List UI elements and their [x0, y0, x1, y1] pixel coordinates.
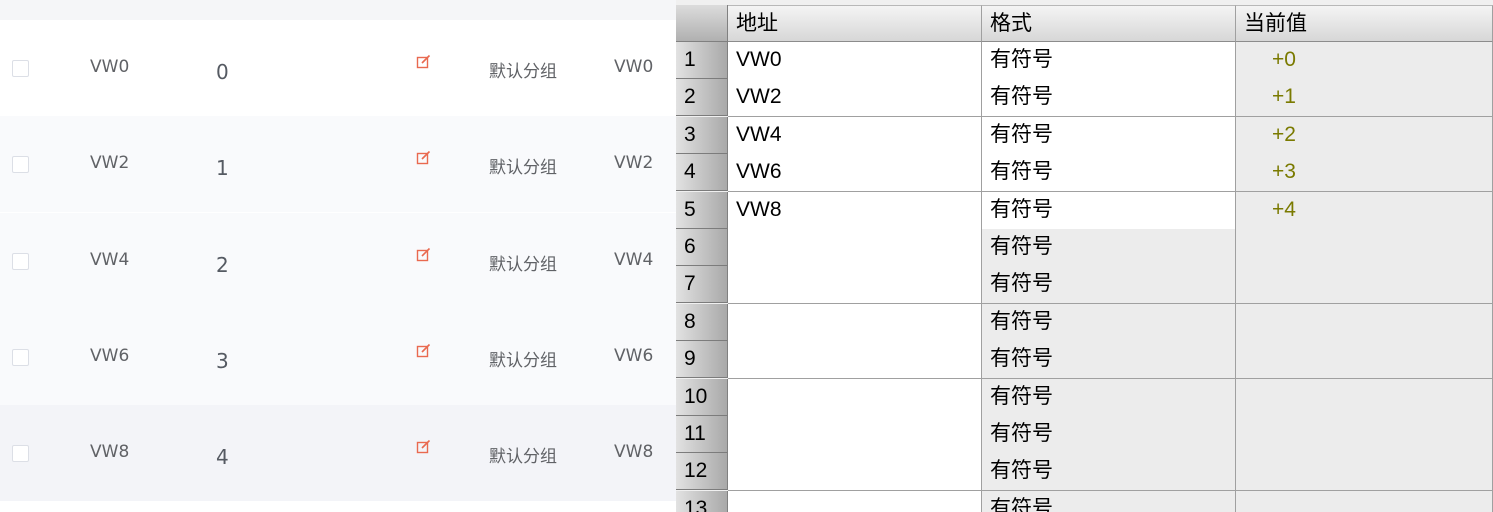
row-header[interactable]: 7	[676, 266, 728, 303]
row-header[interactable]: 8	[676, 304, 728, 341]
row-checkbox[interactable]	[12, 253, 29, 270]
row-header[interactable]: 12	[676, 453, 728, 490]
value-cell: 3	[216, 349, 229, 373]
current-value-cell: +0	[1236, 42, 1493, 80]
value-cell: 2	[216, 253, 229, 277]
format-cell[interactable]: 有符号	[982, 117, 1236, 155]
current-value-cell	[1236, 304, 1493, 342]
address-cell: VW6	[90, 346, 130, 366]
address-cell[interactable]	[728, 491, 982, 512]
current-value-cell	[1236, 379, 1493, 417]
row-header[interactable]: 5	[676, 192, 728, 229]
address-cell[interactable]	[728, 229, 982, 267]
row-header[interactable]: 2	[676, 79, 728, 116]
address-cell: VW2	[614, 153, 654, 173]
current-value-cell	[1236, 416, 1493, 454]
address-cell: VW4	[614, 250, 654, 270]
row-header[interactable]: 6	[676, 229, 728, 266]
table-row: VW6 3 默认分组 VW6	[0, 309, 676, 405]
value-cell: 0	[216, 60, 229, 84]
table-row: VW0 0 默认分组 VW0	[0, 20, 676, 116]
row-header[interactable]: 1	[676, 42, 728, 79]
current-value-cell	[1236, 266, 1493, 304]
current-value-cell	[1236, 491, 1493, 512]
format-cell[interactable]: 有符号	[982, 304, 1236, 342]
row-header[interactable]: 10	[676, 379, 728, 416]
format-cell[interactable]: 有符号	[982, 266, 1236, 304]
format-cell[interactable]: 有符号	[982, 42, 1236, 80]
table-header-strip	[0, 0, 676, 20]
table-row: VW2 1 默认分组 VW2	[0, 116, 676, 212]
format-cell[interactable]: 有符号	[982, 379, 1236, 417]
address-cell: VW8	[90, 442, 130, 462]
current-value-cell: +4	[1236, 192, 1493, 230]
grid-corner[interactable]	[676, 5, 728, 42]
table-row: VW8 4 默认分组 VW8	[0, 405, 676, 501]
row-checkbox[interactable]	[12, 156, 29, 173]
address-cell: VW2	[90, 153, 130, 173]
format-cell[interactable]: 有符号	[982, 491, 1236, 512]
group-cell: 默认分组	[489, 62, 557, 82]
format-cell[interactable]: 有符号	[982, 79, 1236, 117]
edit-icon[interactable]	[416, 439, 432, 455]
row-header[interactable]: 11	[676, 416, 728, 453]
row-checkbox[interactable]	[12, 445, 29, 462]
group-cell: 默认分组	[489, 158, 557, 178]
table-row: VW4 2 默认分组 VW4	[0, 213, 676, 309]
address-cell: VW6	[614, 346, 654, 366]
header-address[interactable]: 地址	[728, 5, 982, 42]
address-cell[interactable]	[728, 266, 982, 304]
header-current-value[interactable]: 当前值	[1236, 5, 1493, 42]
group-cell: 默认分组	[489, 351, 557, 371]
header-format[interactable]: 格式	[982, 5, 1236, 42]
row-header[interactable]: 4	[676, 154, 728, 191]
address-cell: VW8	[614, 442, 654, 462]
format-cell[interactable]: 有符号	[982, 154, 1236, 192]
row-checkbox[interactable]	[12, 60, 29, 77]
group-cell: 默认分组	[489, 447, 557, 467]
address-cell: VW0	[614, 57, 654, 77]
format-cell[interactable]: 有符号	[982, 192, 1236, 230]
address-cell[interactable]	[728, 304, 982, 342]
row-header[interactable]: 13	[676, 491, 728, 512]
format-cell[interactable]: 有符号	[982, 229, 1236, 267]
current-value-cell: +1	[1236, 79, 1493, 117]
current-value-cell: +3	[1236, 154, 1493, 192]
status-chart-grid: 地址 格式 当前值 1 VW0 有符号 +0 2 VW2 有符号 +1 3 VW4 有符号 +2 4 VW6 有符…	[676, 0, 1493, 512]
address-cell[interactable]	[728, 341, 982, 379]
variable-list-panel: VW0 0 默认分组 VW0 VW2 1 默认分组 VW2 VW4 2 默认分组 VW4 VW6 3 默认分…	[0, 0, 676, 512]
address-cell[interactable]: VW0	[728, 42, 982, 80]
edit-icon[interactable]	[416, 247, 432, 263]
row-header[interactable]: 9	[676, 341, 728, 378]
group-cell: 默认分组	[489, 255, 557, 275]
address-cell[interactable]	[728, 379, 982, 417]
current-value-cell	[1236, 453, 1493, 491]
edit-icon[interactable]	[416, 54, 432, 70]
address-cell[interactable]	[728, 416, 982, 454]
format-cell[interactable]: 有符号	[982, 416, 1236, 454]
row-checkbox[interactable]	[12, 349, 29, 366]
address-cell[interactable]: VW6	[728, 154, 982, 192]
format-cell[interactable]: 有符号	[982, 453, 1236, 491]
current-value-cell	[1236, 229, 1493, 267]
edit-icon[interactable]	[416, 343, 432, 359]
address-cell[interactable]	[728, 453, 982, 491]
address-cell[interactable]: VW4	[728, 117, 982, 155]
value-cell: 4	[216, 445, 229, 469]
value-cell: 1	[216, 156, 229, 180]
address-cell[interactable]: VW2	[728, 79, 982, 117]
address-cell: VW4	[90, 250, 130, 270]
format-cell[interactable]: 有符号	[982, 341, 1236, 379]
current-value-cell	[1236, 341, 1493, 379]
address-cell: VW0	[90, 57, 130, 77]
address-cell[interactable]: VW8	[728, 192, 982, 230]
row-header[interactable]: 3	[676, 117, 728, 154]
edit-icon[interactable]	[416, 150, 432, 166]
current-value-cell: +2	[1236, 117, 1493, 155]
